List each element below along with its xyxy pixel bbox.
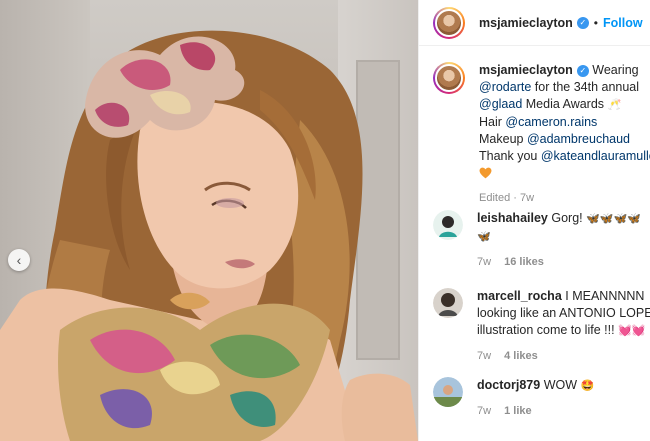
cheers-emoji: 🥂	[607, 99, 622, 111]
butterfly-emoji-2: 🦋	[477, 231, 491, 243]
follow-button[interactable]: Follow	[603, 16, 643, 30]
verified-icon: ✓	[576, 16, 589, 29]
comment-age: 7w	[477, 256, 492, 268]
pink-heart-emoji: 💓💓	[618, 325, 646, 337]
commenter-avatar[interactable]	[433, 377, 463, 407]
post-side-panel: msjamieclayton ✓ • Follow msjamieclayton…	[418, 0, 650, 441]
mention-rodarte[interactable]: @rodarte	[479, 80, 531, 94]
comment-text: Gorg!	[551, 211, 583, 225]
caption-verified-icon: ✓	[576, 64, 589, 77]
comment-text-2: looking like an ANTONIO LOPEZ	[477, 306, 650, 320]
caption-text-2: Media Awards	[525, 97, 605, 111]
hair-label: Hair	[479, 115, 502, 129]
post-caption: msjamieclayton ✓ Wearing @rodarte for the…	[419, 46, 650, 207]
caption-username[interactable]: msjamieclayton	[479, 63, 573, 77]
carousel-prev-button[interactable]: ‹	[8, 249, 30, 271]
comment-likes[interactable]: 16 likes	[504, 256, 544, 268]
post-photo: ‹	[0, 0, 418, 441]
mention-glaad[interactable]: @glaad	[479, 97, 522, 111]
comment-meta: 7w 1 like	[477, 403, 594, 420]
comment-age: 7w	[477, 350, 492, 362]
caption-lead: Wearing	[592, 63, 639, 77]
caption-avatar[interactable]	[433, 62, 465, 94]
photo-illustration	[0, 30, 418, 441]
caption-text: msjamieclayton ✓ Wearing @rodarte for the…	[479, 62, 650, 207]
butterfly-emoji: 🦋🦋🦋🦋	[586, 213, 641, 225]
comment-meta: 7w 4 likes	[477, 348, 650, 365]
comment-likes[interactable]: 1 like	[504, 405, 532, 417]
comment-age: 7w	[477, 405, 492, 417]
author-avatar[interactable]	[433, 6, 465, 39]
orange-heart-icon	[479, 167, 492, 179]
comment-item: marcell_rocha I MEANNNNN looking like an…	[419, 288, 650, 365]
comment-text: I MEANNNNN	[565, 289, 645, 303]
mention-adambreuchaud[interactable]: @adambreuchaud	[527, 132, 630, 146]
comment-text: WOW	[543, 378, 578, 392]
comment-text-3: illustration come to life !!!	[477, 323, 615, 337]
commenter-avatar[interactable]	[433, 288, 463, 318]
mention-kateandlauramulleavy[interactable]: @kateandlauramulleavy	[541, 149, 650, 163]
header-separator: •	[593, 15, 598, 30]
comment-likes[interactable]: 4 likes	[504, 350, 538, 362]
comment-username[interactable]: marcell_rocha	[477, 289, 562, 303]
post-header: msjamieclayton ✓ • Follow	[419, 0, 650, 46]
thanks-label: Thank you	[479, 149, 538, 163]
makeup-label: Makeup	[479, 132, 524, 146]
author-username[interactable]: msjamieclayton	[479, 16, 573, 30]
commenter-avatar[interactable]	[433, 210, 463, 240]
comment-item: leishahailey Gorg! 🦋🦋🦋🦋 🦋 7w 16 likes	[419, 210, 641, 271]
comment-username[interactable]: leishahailey	[477, 211, 548, 225]
mention-cameron-rains[interactable]: @cameron.rains	[505, 115, 597, 129]
star-struck-emoji: 🤩	[580, 380, 595, 392]
caption-meta: Edited · 7w	[479, 192, 535, 204]
comment-meta: 7w 16 likes	[477, 254, 641, 271]
caption-text-1: for the 34th annual	[534, 80, 640, 94]
comment-username[interactable]: doctorj879	[477, 378, 540, 392]
comment-item: doctorj879 WOW 🤩 7w 1 like	[419, 377, 594, 420]
